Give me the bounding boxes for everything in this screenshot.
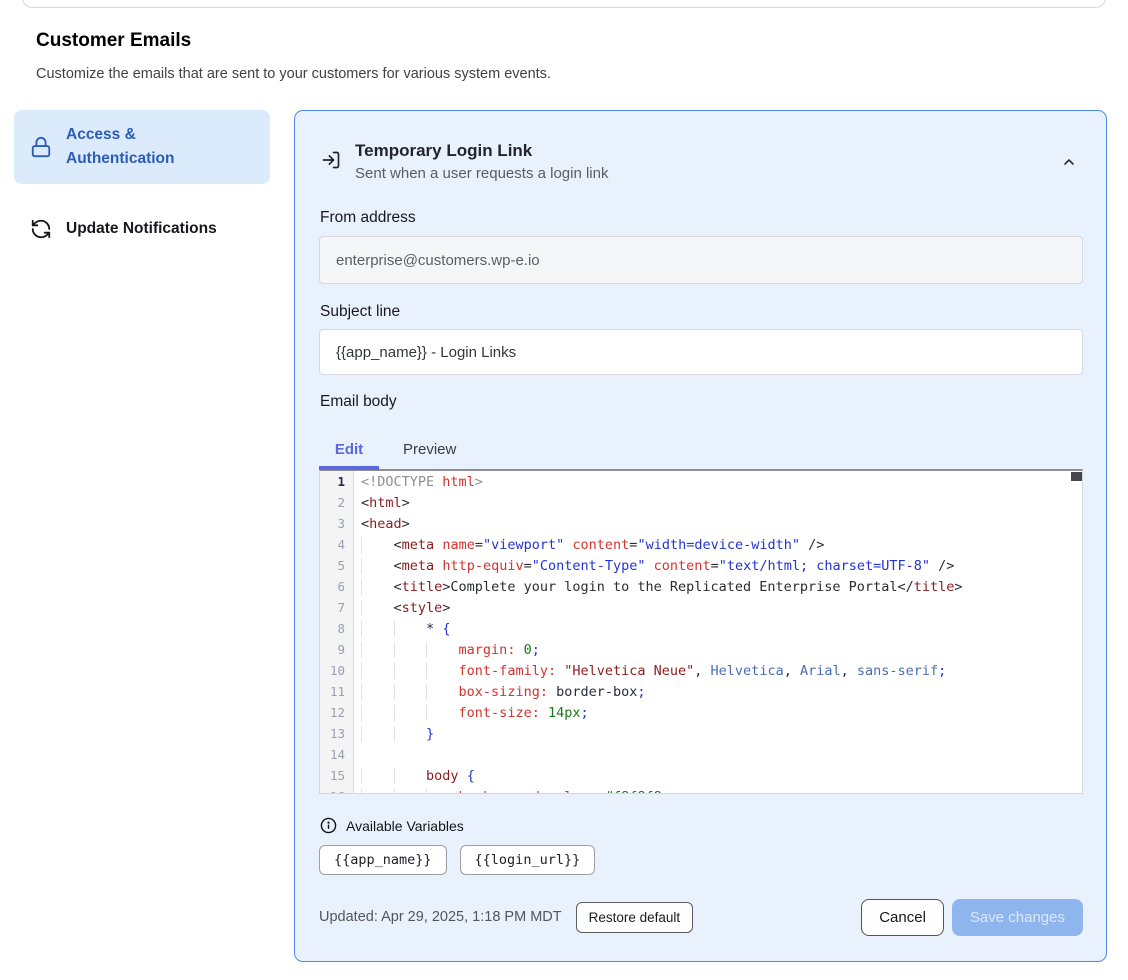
code-text: <!DOCTYPE html> xyxy=(354,474,483,495)
info-icon xyxy=(320,817,337,834)
code-line[interactable]: 8 * { xyxy=(320,621,1082,642)
code-text: box-sizing: border-box; xyxy=(354,684,646,705)
panel-subtitle: Sent when a user requests a login link xyxy=(355,163,608,185)
panel-footer: Updated: Apr 29, 2025, 1:18 PM MDT Resto… xyxy=(319,897,1083,937)
line-number: 7 xyxy=(320,600,354,621)
code-line[interactable]: 4 <meta name="viewport" content="width=d… xyxy=(320,537,1082,558)
code-line[interactable]: 13 } xyxy=(320,726,1082,747)
code-line[interactable]: 11 box-sizing: border-box; xyxy=(320,684,1082,705)
available-variables-row: Available Variables xyxy=(320,817,464,834)
code-line[interactable]: 15 body { xyxy=(320,768,1082,789)
card-header: Temporary Login Link Sent when a user re… xyxy=(321,139,1046,185)
line-number: 8 xyxy=(320,621,354,642)
tab-edit[interactable]: Edit xyxy=(319,435,379,463)
code-text: font-family: "Helvetica Neue", Helvetica… xyxy=(354,663,946,684)
line-number: 10 xyxy=(320,663,354,684)
code-text: <html> xyxy=(354,495,410,516)
subject-line-input[interactable] xyxy=(319,329,1083,375)
line-number: 12 xyxy=(320,705,354,726)
line-number: 1 xyxy=(320,474,354,495)
code-text: <style> xyxy=(354,600,450,621)
line-number: 16 xyxy=(320,789,354,794)
line-number: 3 xyxy=(320,516,354,537)
chevron-up-icon xyxy=(1061,154,1077,170)
editor-tabs: Edit Preview xyxy=(319,435,456,463)
available-variables-label: Available Variables xyxy=(346,818,464,834)
editor-scrollbar-thumb[interactable] xyxy=(1071,472,1082,481)
line-number: 14 xyxy=(320,747,354,768)
restore-default-button[interactable]: Restore default xyxy=(576,902,694,933)
code-editor[interactable]: 1<!DOCTYPE html>2<html>3<head>4 <meta na… xyxy=(319,469,1083,794)
code-line[interactable]: 16 background-color: #f8f8f8; xyxy=(320,789,1082,794)
lock-icon xyxy=(30,136,52,158)
variable-chips: {{app_name}} {{login_url}} xyxy=(319,845,595,875)
email-body-label: Email body xyxy=(320,393,397,411)
settings-sidebar: Access & Authentication Update Notificat… xyxy=(14,110,270,254)
cancel-button[interactable]: Cancel xyxy=(861,899,944,936)
active-tab-indicator xyxy=(319,466,379,470)
variable-chip-app-name[interactable]: {{app_name}} xyxy=(319,845,447,875)
from-address-label: From address xyxy=(320,209,416,227)
code-text: font-size: 14px; xyxy=(354,705,589,726)
code-line[interactable]: 12 font-size: 14px; xyxy=(320,705,1082,726)
refresh-icon xyxy=(30,218,52,240)
subject-line-label: Subject line xyxy=(320,303,400,321)
line-number: 5 xyxy=(320,558,354,579)
line-number: 13 xyxy=(320,726,354,747)
line-number: 15 xyxy=(320,768,354,789)
code-line[interactable]: 7 <style> xyxy=(320,600,1082,621)
code-text: margin: 0; xyxy=(354,642,540,663)
tab-preview[interactable]: Preview xyxy=(403,435,456,463)
page-title: Customer Emails xyxy=(36,30,191,52)
code-text: <meta http-equiv="Content-Type" content=… xyxy=(354,558,954,579)
code-line[interactable]: 3<head> xyxy=(320,516,1082,537)
line-number: 9 xyxy=(320,642,354,663)
panel-title: Temporary Login Link xyxy=(355,139,608,163)
code-text: } xyxy=(354,726,434,747)
save-changes-button[interactable]: Save changes xyxy=(952,899,1083,936)
page-subtitle: Customize the emails that are sent to yo… xyxy=(36,66,551,82)
code-text: body { xyxy=(354,768,475,789)
line-number: 6 xyxy=(320,579,354,600)
code-line[interactable]: 2<html> xyxy=(320,495,1082,516)
variable-chip-login-url[interactable]: {{login_url}} xyxy=(460,845,596,875)
code-line[interactable]: 5 <meta http-equiv="Content-Type" conten… xyxy=(320,558,1082,579)
code-text: <meta name="viewport" content="width=dev… xyxy=(354,537,824,558)
code-text xyxy=(354,747,361,768)
from-address-input[interactable] xyxy=(319,236,1083,284)
code-line[interactable]: 1<!DOCTYPE html> xyxy=(320,474,1082,495)
log-in-icon xyxy=(321,150,341,170)
code-lines: 1<!DOCTYPE html>2<html>3<head>4 <meta na… xyxy=(320,471,1082,794)
updated-timestamp: Updated: Apr 29, 2025, 1:18 PM MDT xyxy=(319,909,562,925)
line-number: 11 xyxy=(320,684,354,705)
code-line[interactable]: 6 <title>Complete your login to the Repl… xyxy=(320,579,1082,600)
code-text: <head> xyxy=(354,516,410,537)
previous-section-card-edge xyxy=(22,0,1106,8)
code-text: <title>Complete your login to the Replic… xyxy=(354,579,962,600)
sidebar-item-label: Access & Authentication xyxy=(66,123,175,171)
sidebar-item-label: Update Notifications xyxy=(66,217,217,241)
sidebar-item-update-notifications[interactable]: Update Notifications xyxy=(14,204,270,254)
code-line[interactable]: 10 font-family: "Helvetica Neue", Helvet… xyxy=(320,663,1082,684)
code-text: * { xyxy=(354,621,450,642)
line-number: 2 xyxy=(320,495,354,516)
code-line[interactable]: 9 margin: 0; xyxy=(320,642,1082,663)
sidebar-item-access-authentication[interactable]: Access & Authentication xyxy=(14,110,270,184)
line-number: 4 xyxy=(320,537,354,558)
code-text: background-color: #f8f8f8; xyxy=(354,789,670,794)
code-line[interactable]: 14 xyxy=(320,747,1082,768)
collapse-button[interactable] xyxy=(1056,149,1082,175)
email-settings-card: Temporary Login Link Sent when a user re… xyxy=(294,110,1107,962)
